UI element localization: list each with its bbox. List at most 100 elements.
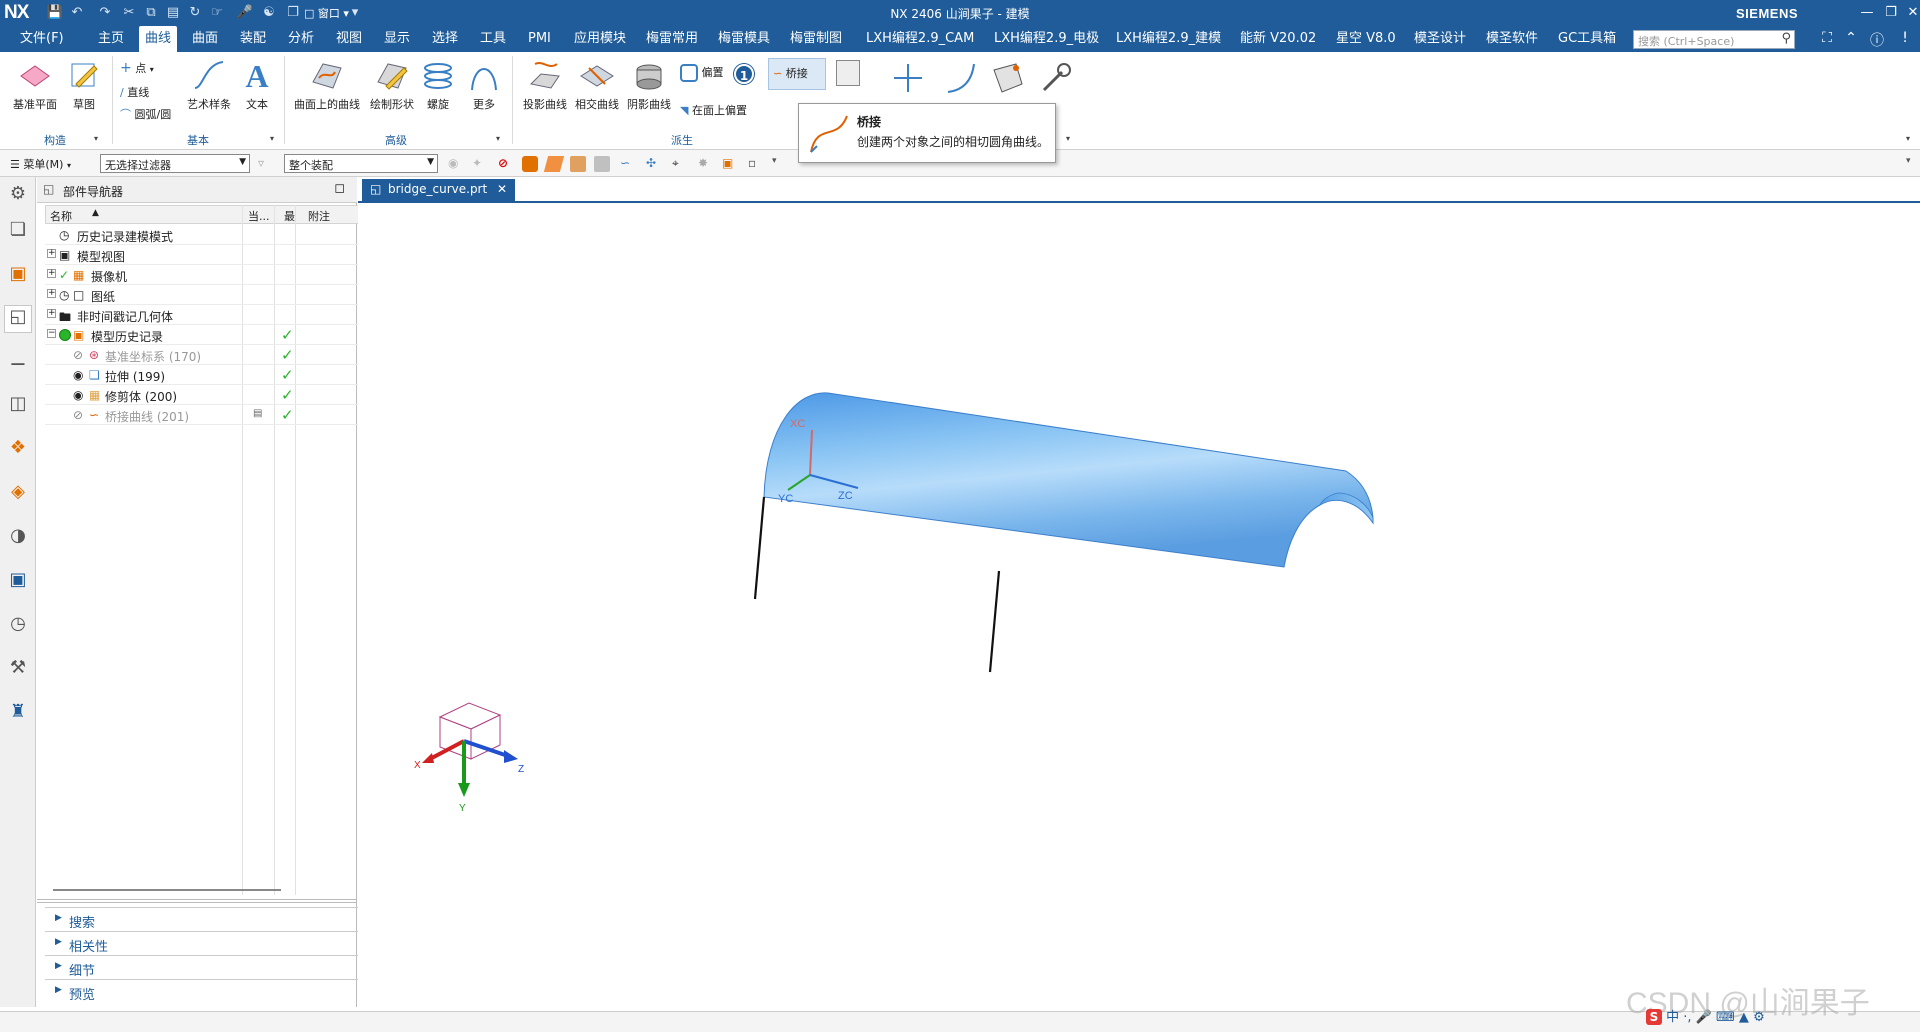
menu-analysis[interactable]: 分析 [282, 26, 320, 52]
system-materials-icon[interactable]: ▣ [4, 569, 32, 597]
microphone-icon[interactable]: 🎤 [236, 4, 254, 22]
tree-row-datum-csys[interactable]: ⊘ ⊛ 基准坐标系 (170) ✓ [45, 345, 389, 365]
panel-details[interactable]: ▶ 细节 [45, 955, 389, 979]
tree-row-cameras[interactable]: + ✓ ▦ 摄像机 [45, 265, 389, 285]
ime-keyboard-icon[interactable]: ⌨ [1716, 1010, 1735, 1025]
sort-ascending-icon[interactable]: ▲ [92, 208, 99, 218]
tree-row-non-timestamp[interactable]: + 🖿 非时间戳记几何体 [45, 305, 389, 325]
tree-row-model-history[interactable]: − ▣ 模型历史记录 ✓ [45, 325, 389, 345]
tree-row-extrude[interactable]: ◉ ❏ 拉伸 (199) ✓ [45, 365, 389, 385]
tree-row-bridge-curve[interactable]: ⊘ ∽ 桥接曲线 (201) ▤ ✓ [45, 405, 389, 425]
expand-icon[interactable]: + [47, 269, 56, 278]
process-studio-icon[interactable]: ⚒ [4, 657, 32, 685]
alert-icon[interactable]: ! [1896, 30, 1914, 48]
hd3d-tools-icon[interactable]: ❖ [4, 437, 32, 465]
offset-curve-button[interactable]: 偏置 [680, 64, 724, 82]
help-icon[interactable]: ⓘ [1868, 30, 1886, 49]
select-body-icon[interactable] [570, 156, 586, 172]
column-current[interactable]: 当... [248, 208, 270, 224]
filter-icon[interactable]: ▿ [258, 156, 274, 172]
search-icon[interactable]: ⚲ [1781, 31, 1791, 46]
text-button[interactable]: A 文本 [240, 58, 274, 112]
menu-nengxin[interactable]: 能新 V20.02 [1234, 26, 1322, 52]
menu-display[interactable]: 显示 [378, 26, 416, 52]
menu-gc-toolbox[interactable]: GC工具箱 [1552, 26, 1622, 52]
project-curve-button[interactable]: 投影曲线 [520, 58, 570, 112]
assembly-navigator-icon[interactable]: ❏ [4, 219, 32, 247]
expand-icon[interactable]: + [47, 309, 56, 318]
select-curve-icon[interactable]: ∽ [620, 156, 636, 172]
history-clock-icon[interactable]: ◷ [4, 613, 32, 641]
switch-window-icon[interactable]: ❐ [284, 4, 302, 22]
line-button[interactable]: ∕ 直线 [120, 84, 149, 100]
advanced-more-button[interactable]: 更多 [466, 58, 502, 112]
copy-icon[interactable]: ⧉ [142, 4, 160, 22]
tree-row-drawings[interactable]: + ◷ □ 图纸 [45, 285, 389, 305]
collapse-ribbon-icon[interactable]: ⌃ [1842, 30, 1860, 48]
minimize-button[interactable]: — [1856, 3, 1878, 23]
tree-row-history-mode[interactable]: ◷ 历史记录建模模式 [45, 225, 389, 245]
selection-scope-dropdown[interactable]: 整个装配 ▼ [284, 154, 438, 173]
menu-tools[interactable]: 工具 [474, 26, 512, 52]
selection-bar-options-icon[interactable]: ▾ [1906, 156, 1920, 172]
visible-eye-icon[interactable]: ◉ [73, 368, 87, 382]
cut-icon[interactable]: ✂ [120, 4, 138, 22]
select-component-icon[interactable]: ▣ [722, 156, 738, 172]
collapse-icon[interactable]: − [47, 329, 56, 338]
history-palette-icon[interactable]: ◑ [4, 525, 32, 553]
select-all-icon[interactable]: ◉ [448, 156, 464, 172]
draw-shape-button[interactable]: 绘制形状 [366, 58, 418, 112]
visible-eye-icon[interactable]: ◉ [73, 388, 87, 402]
hidden-eye-icon[interactable]: ⊘ [73, 348, 87, 362]
menu-mosheng-software[interactable]: 模圣软件 [1480, 26, 1544, 52]
snap-options-icon[interactable]: ✸ [698, 156, 714, 172]
tree-row-model-views[interactable]: + ▣ 模型视图 [45, 245, 389, 265]
snap-to-point-icon[interactable]: ▫ [748, 156, 764, 172]
menu-curve[interactable]: 曲线 [139, 26, 178, 52]
edit-group-chevron[interactable]: ▾ [1066, 134, 1070, 143]
touch-mode-icon[interactable]: ☞ [208, 4, 226, 22]
tree-row-trim-body[interactable]: ◉ ▦ 修剪体 (200) ✓ [45, 385, 389, 405]
trimmed-surface[interactable] [763, 392, 1374, 568]
edit-tools-icon[interactable] [1038, 60, 1074, 96]
ime-mode[interactable]: 中 ·, [1666, 1010, 1691, 1025]
menu-surface[interactable]: 曲面 [186, 26, 224, 52]
deselect-all-icon[interactable]: ⊘ [498, 156, 514, 172]
ime-toolbar[interactable]: S 中 ·, 🎤 ⌨ ▲ ⚙ [1646, 1006, 1876, 1028]
menu-view[interactable]: 视图 [330, 26, 368, 52]
select-solid-icon[interactable] [522, 156, 538, 172]
panel-splitter[interactable] [37, 899, 357, 903]
menu-lxh-modeling[interactable]: LXH编程2.9_建模 [1110, 26, 1227, 52]
menu-file[interactable]: 文件(F) [14, 26, 70, 52]
tab-bridge-curve-prt[interactable]: ◱ bridge_curve.prt ✕ [362, 179, 516, 201]
derived-more-button[interactable] [836, 60, 860, 89]
web-browser-icon[interactable]: ◈ [4, 481, 32, 509]
horizontal-scrollbar[interactable] [53, 889, 281, 891]
panel-search[interactable]: ▶ 搜索 [45, 907, 389, 931]
notifications-bell-icon[interactable]: ⚊ [4, 349, 32, 377]
save-icon[interactable]: 💾 [46, 4, 64, 22]
offset-on-face-button[interactable]: ◥ 在面上偏置 [680, 102, 747, 118]
select-point-icon[interactable]: ✣ [646, 156, 662, 172]
helix-button[interactable]: 螺旋 [420, 58, 456, 112]
paste-icon[interactable]: ▤ [164, 4, 182, 22]
curve-length-icon[interactable] [944, 60, 980, 96]
datum-plane-button[interactable]: 基准平面 [8, 58, 62, 112]
close-button[interactable]: ✕ [1902, 3, 1920, 23]
menu-meilei-mold[interactable]: 梅雷模具 [712, 26, 776, 52]
part-navigator-icon[interactable]: ◱ [4, 305, 32, 333]
fullscreen-icon[interactable]: ⛶ [1818, 30, 1836, 48]
maximize-panel-icon[interactable]: ◻ [334, 181, 345, 196]
menu-lxh-electrode[interactable]: LXH编程2.9_电极 [988, 26, 1105, 52]
chevron-down-icon[interactable]: ▾ [772, 156, 788, 172]
view-triad[interactable]: X Z Y [414, 702, 524, 814]
expand-icon[interactable]: + [47, 289, 56, 298]
sketch-button[interactable]: 草图 [64, 58, 104, 112]
menu-pmi[interactable]: PMI [522, 26, 557, 52]
menu-xingkong[interactable]: 星空 V8.0 [1330, 26, 1402, 52]
snap-point-icon[interactable]: ⌖ [672, 156, 688, 172]
menu-lxh-cam[interactable]: LXH编程2.9_CAM [860, 26, 980, 52]
art-spline-button[interactable]: 艺术样条 [184, 58, 234, 112]
menu-meilei-drafting[interactable]: 梅雷制图 [784, 26, 848, 52]
graphics-window[interactable]: XC YC ZC X Z Y [358, 205, 1920, 1011]
